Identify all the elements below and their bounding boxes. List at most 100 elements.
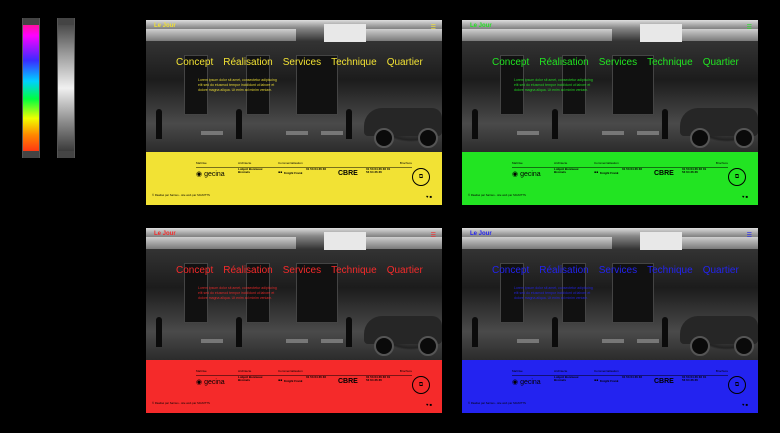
wheel (690, 336, 710, 356)
wheel (374, 128, 394, 148)
nav-item[interactable]: Concept (176, 265, 213, 276)
website-preview-panel-red: Le Jour ☰ Concept Réalisation Services Tech… (146, 228, 442, 413)
gecina-text: gecina (520, 171, 541, 178)
phone-number: 01 53 64 36 36 (622, 375, 643, 379)
footer: Maîtrise Architecte Commercialisation Br… (146, 360, 442, 413)
footer-label: Commercialisation (278, 369, 303, 373)
document-icon[interactable]: ⧉ (728, 168, 746, 186)
footer-label: Architecte (554, 161, 568, 165)
website-preview-panel-green: Le Jour ☰ Concept Réalisation Services Tech… (462, 20, 758, 205)
wheel (418, 128, 438, 148)
gecina-logo: ◉ gecina (512, 379, 541, 386)
person (552, 317, 558, 347)
intro-text: Lorem ipsum dolor sit amet, consectetur … (198, 286, 277, 300)
architect-name: Lobjoit Bonnieux Bromels (238, 375, 263, 383)
storefront-photo (146, 20, 442, 153)
gecina-logo: ◉ gecina (512, 171, 541, 178)
shop-sign (640, 232, 682, 250)
footer-label: Brochure (715, 161, 728, 165)
footer-label: Architecte (554, 369, 568, 373)
architect-name: Lobjoit Bonnieux Bromels (238, 167, 263, 175)
person (346, 317, 352, 347)
copyright-text: © Réalisé par Sarries - site web par SIG… (468, 193, 526, 197)
nav-item[interactable]: Réalisation (223, 265, 272, 276)
footer-label: Maîtrise (196, 369, 207, 373)
bnp-logo: ▪▪ Knight Frank (594, 378, 619, 384)
wheel (418, 336, 438, 356)
cafe-table (517, 131, 539, 135)
social-icons[interactable]: ♥ ■ (426, 194, 432, 199)
document-icon[interactable]: ⧉ (412, 376, 430, 394)
nav-item[interactable]: Services (599, 265, 637, 276)
person (552, 109, 558, 139)
social-icons[interactable]: ♥ ■ (742, 402, 748, 407)
copyright-text: © Réalisé par Sarries - site web par SIG… (468, 401, 526, 405)
nav-item[interactable]: Concept (176, 57, 213, 68)
footer-label: Commercialisation (594, 369, 619, 373)
cafe-table (286, 131, 308, 135)
phone-number: 01 53 64 36 36 (306, 167, 327, 171)
nav-item[interactable]: Réalisation (539, 57, 588, 68)
gecina-logo: ◉ gecina (196, 379, 225, 386)
menu-icon[interactable]: ☰ (747, 24, 752, 31)
brand-logo[interactable]: Le Jour (470, 231, 492, 237)
cbre-contact: 01 53 64 36 36 01 53 64 36 36 (682, 375, 707, 383)
nav-item[interactable]: Services (599, 57, 637, 68)
website-preview-panel-blue: Le Jour ☰ Concept Réalisation Services Tech… (462, 228, 758, 413)
document-icon[interactable]: ⧉ (728, 376, 746, 394)
main-nav: Concept Réalisation Services Technique Quart… (492, 265, 749, 276)
person (236, 317, 242, 347)
person (662, 109, 668, 139)
nav-item[interactable]: Concept (492, 265, 529, 276)
nav-item[interactable]: Réalisation (223, 57, 272, 68)
footer: Maîtrise Architecte Commercialisation Br… (146, 152, 442, 205)
wheel (374, 336, 394, 356)
awning (462, 237, 612, 249)
nav-item[interactable]: Services (283, 265, 321, 276)
nav-item[interactable]: Réalisation (539, 265, 588, 276)
brand-logo[interactable]: Le Jour (470, 23, 492, 29)
person (156, 317, 162, 347)
footer: Maîtrise Architecte Commercialisation Br… (462, 152, 758, 205)
awning (146, 237, 296, 249)
cbre-logo: CBRE (338, 378, 358, 385)
nav-item[interactable]: Technique (331, 265, 377, 276)
cafe-table (602, 131, 624, 135)
color-gradient-bar (22, 18, 40, 158)
bnp-text: Knight Frank (283, 171, 303, 175)
cafe-table (637, 131, 659, 135)
nav-item[interactable]: Quartier (387, 57, 423, 68)
website-preview-panel-yellow: Le Jour ☰ Concept Réalisation Services Tech… (146, 20, 442, 205)
nav-item[interactable]: Services (283, 57, 321, 68)
cafe-table (602, 339, 624, 343)
bnp-logo: ▪▪ Knight Frank (278, 170, 303, 176)
gecina-text: gecina (520, 379, 541, 386)
nav-item[interactable]: Quartier (703, 265, 739, 276)
brand-logo[interactable]: Le Jour (154, 23, 176, 29)
nav-item[interactable]: Quartier (387, 265, 423, 276)
menu-icon[interactable]: ☰ (431, 24, 436, 31)
wheel (690, 128, 710, 148)
brand-logo[interactable]: Le Jour (154, 231, 176, 237)
nav-item[interactable]: Technique (647, 57, 693, 68)
cafe-table (321, 131, 343, 135)
social-icons[interactable]: ♥ ■ (742, 194, 748, 199)
social-icons[interactable]: ♥ ■ (426, 402, 432, 407)
document-icon[interactable]: ⧉ (412, 168, 430, 186)
nav-item[interactable]: Technique (331, 57, 377, 68)
nav-item[interactable]: Concept (492, 57, 529, 68)
gray-gradient-bar (57, 18, 75, 158)
shop-sign (324, 232, 366, 250)
wheel (734, 336, 754, 356)
cafe-table (286, 339, 308, 343)
awning (462, 29, 612, 41)
main-nav: Concept Réalisation Services Technique Quart… (176, 265, 433, 276)
footer: Maîtrise Architecte Commercialisation Br… (462, 360, 758, 413)
nav-item[interactable]: Quartier (703, 57, 739, 68)
menu-icon[interactable]: ☰ (747, 232, 752, 239)
bnp-logo: ▪▪ Knight Frank (278, 378, 303, 384)
nav-item[interactable]: Technique (647, 265, 693, 276)
bnp-text: Knight Frank (283, 379, 303, 383)
menu-icon[interactable]: ☰ (431, 232, 436, 239)
wheel (734, 128, 754, 148)
